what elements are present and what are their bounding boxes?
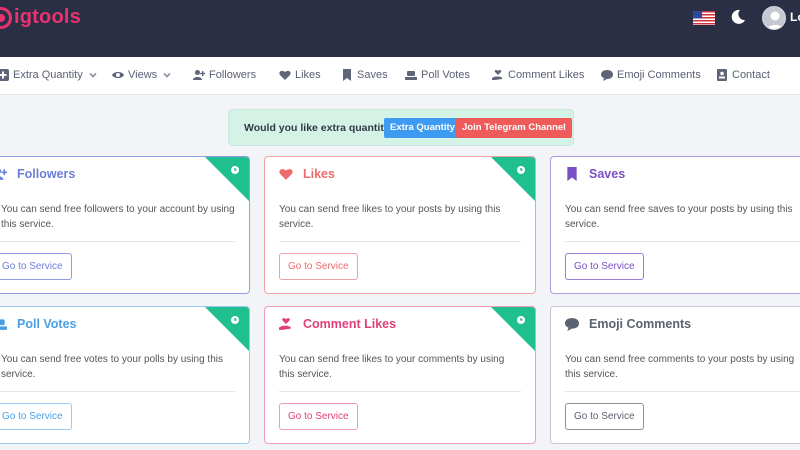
card-description: You can send free votes to your polls by… [1,354,223,380]
heart-icon [279,70,291,80]
user-plus-icon [0,168,7,180]
card-description: You can send free comments to your posts… [565,354,795,380]
extra-quantity-button[interactable]: Extra Quantity [384,118,461,138]
service-card-comment-likes: Comment Likes You can send free likes to… [264,306,536,444]
go-to-service-button[interactable]: Go to Service [565,253,644,280]
card-description: You can send free followers to your acco… [1,204,235,230]
card-description: You can send free likes to your posts by… [279,204,501,230]
join-telegram-button[interactable]: Join Telegram Channel [456,118,572,138]
card-divider [0,241,235,242]
go-to-service-button[interactable]: Go to Service [279,403,358,430]
nav-saves[interactable]: Saves [341,69,388,81]
user-avatar-icon [763,7,785,29]
card-divider [565,391,800,392]
card-title: Comment Likes [279,317,396,331]
nav-likes[interactable]: Likes [279,69,321,81]
card-title: Poll Votes [0,317,77,331]
card-divider [279,391,521,392]
logo[interactable]: igtools [0,6,81,29]
card-divider [279,241,521,242]
chevron-down-icon [163,72,171,78]
main-nav: Extra Quantity Views Followers Likes Sav… [0,57,800,95]
card-description: You can send free likes to your comments… [279,354,505,380]
user-plus-icon [193,70,205,80]
nav-contact[interactable]: Contact [716,69,770,81]
nav-followers[interactable]: Followers [193,69,256,81]
card-title: Followers [0,167,75,181]
eye-icon [112,72,124,78]
service-card-likes: Likes You can send free likes to your po… [264,156,536,294]
login-link[interactable]: Lo [790,10,800,24]
go-to-service-button[interactable]: Go to Service [565,403,644,430]
go-to-service-button[interactable]: Go to Service [279,253,358,280]
ribbon-corner-icon [205,157,249,201]
card-description: You can send free saves to your posts by… [565,204,793,230]
top-header: igtools Lo [0,0,800,57]
ribbon-corner-icon [491,157,535,201]
go-to-service-button[interactable]: Go to Service [0,403,72,430]
ribbon-corner-icon [205,307,249,351]
nav-extra-quantity[interactable]: Extra Quantity [0,69,97,81]
card-title: Saves [565,167,625,181]
poll-icon [405,71,417,80]
poll-icon [0,319,7,330]
service-card-emoji-comments: Emoji Comments You can send free comment… [550,306,800,444]
card-title: Likes [279,167,335,181]
chevron-down-icon [89,72,97,78]
nav-poll-votes[interactable]: Poll Votes [405,69,470,81]
service-card-saves: Saves You can send free saves to your po… [550,156,800,294]
hand-heart-icon [492,69,502,80]
nav-comment-likes[interactable]: Comment Likes [492,69,584,81]
nav-views[interactable]: Views [112,69,171,81]
nav-emoji-comments[interactable]: Emoji Comments [601,69,701,81]
hand-heart-icon [279,318,291,330]
us-flag-icon[interactable] [693,11,715,25]
heart-icon [279,169,293,180]
service-card-poll-votes: Poll Votes You can send free votes to yo… [0,306,250,444]
plus-square-icon [0,69,9,81]
comment-icon [601,70,613,81]
alert-text: Would you like extra quantity? [244,122,397,134]
avatar[interactable] [762,6,786,30]
logo-mark-icon [0,6,12,29]
card-divider [565,241,800,242]
service-card-followers: Followers You can send free followers to… [0,156,250,294]
comment-icon [565,318,579,331]
logo-text: igtools [14,6,81,28]
bookmark-icon [343,69,351,81]
card-title: Emoji Comments [565,317,691,331]
contact-icon [717,69,727,81]
extra-quantity-alert: Would you like extra quantity? Extra Qua… [228,109,574,146]
go-to-service-button[interactable]: Go to Service [0,253,72,280]
card-divider [0,391,235,392]
moon-icon[interactable] [730,9,746,25]
ribbon-corner-icon [491,307,535,351]
bookmark-icon [567,167,577,181]
